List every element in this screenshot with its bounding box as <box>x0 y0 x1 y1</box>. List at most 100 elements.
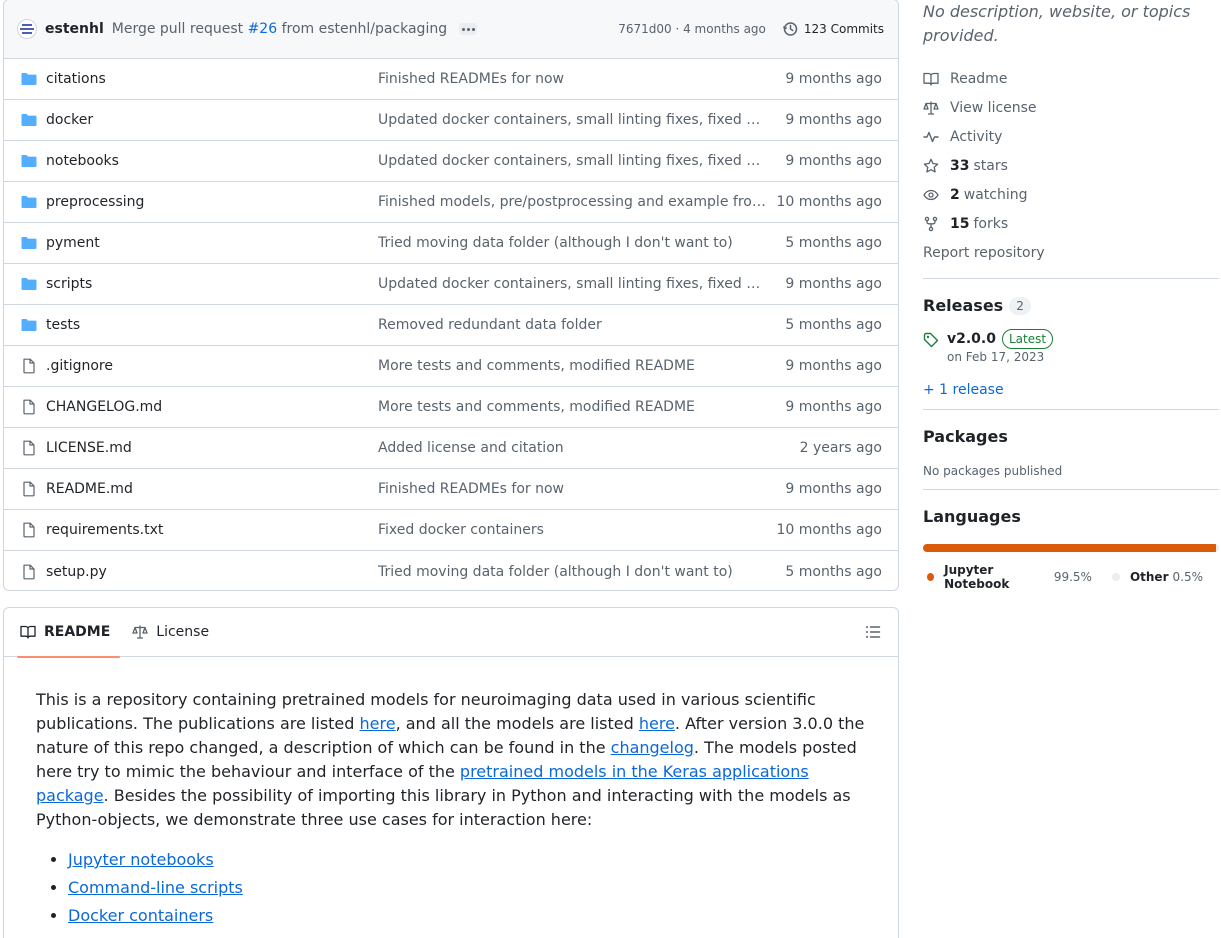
file-commit-message-link[interactable]: Tried moving data folder (although I don… <box>378 564 766 580</box>
file-icon <box>23 564 35 579</box>
file-row[interactable]: preprocessing Finished models, pre/postpr… <box>4 182 898 223</box>
folder-icon <box>21 278 37 290</box>
file-commit-message-link[interactable]: Finished models, pre/postprocessing and … <box>378 194 766 210</box>
file-commit-age: 9 months ago <box>785 71 882 87</box>
file-name-link[interactable]: pyment <box>46 235 378 251</box>
models-link[interactable]: here <box>639 714 675 733</box>
language-item[interactable]: Jupyter Notebook 99.5% <box>923 563 1092 591</box>
file-row[interactable]: pyment Tried moving data folder (although… <box>4 223 898 264</box>
file-name-link[interactable]: citations <box>46 71 378 87</box>
file-name-link[interactable]: LICENSE.md <box>46 440 378 456</box>
outline-button[interactable] <box>865 624 881 644</box>
file-row[interactable]: citations Finished READMEs for now 9 month… <box>4 59 898 100</box>
file-commit-message-link[interactable]: Finished READMEs for now <box>378 71 766 87</box>
star-icon <box>923 158 939 173</box>
author-avatar[interactable] <box>17 19 37 39</box>
file-commit-message-link[interactable]: Finished READMEs for now <box>378 481 766 497</box>
file-commit-message-link[interactable]: Removed redundant data folder <box>378 317 766 333</box>
file-row[interactable]: notebooks Updated docker containers, smal… <box>4 141 898 182</box>
file-commit-age: 2 years ago <box>799 440 882 456</box>
file-name-link[interactable]: docker <box>46 112 378 128</box>
tab-license[interactable]: License <box>132 608 217 657</box>
release-date: on Feb 17, 2023 <box>947 350 1045 364</box>
readme-link[interactable]: Readme <box>923 64 1219 93</box>
readme-panel: README License This is a repository cont… <box>3 607 899 938</box>
releases-title: Releases <box>923 296 1004 315</box>
language-list: Jupyter Notebook 99.5% Other 0.5% <box>923 563 1219 591</box>
language-item[interactable]: Other 0.5% <box>1108 563 1203 591</box>
commit-pr-link[interactable]: #26 <box>248 21 278 37</box>
readme-tabs: README License <box>4 608 898 658</box>
file-commit-age: 5 months ago <box>785 317 882 333</box>
jupyter-notebooks-link[interactable]: Jupyter notebooks <box>68 850 214 869</box>
sidebar-divider <box>923 409 1219 410</box>
packages-section: Packages No packages published <box>923 427 1219 478</box>
file-commit-age: 9 months ago <box>785 153 882 169</box>
file-commit-message-link[interactable]: Added license and citation <box>378 440 766 456</box>
folder-icon <box>21 112 37 128</box>
view-license-link[interactable]: View license <box>923 93 1219 122</box>
file-name-link[interactable]: tests <box>46 317 378 333</box>
file-commit-message-link[interactable]: More tests and comments, modified README <box>378 399 766 415</box>
release-name[interactable]: v2.0.0 <box>947 331 996 347</box>
changelog-link[interactable]: changelog <box>611 738 694 757</box>
file-name-link[interactable]: CHANGELOG.md <box>46 399 378 415</box>
tab-readme-label: README <box>44 624 111 640</box>
tab-readme[interactable]: README <box>16 608 121 658</box>
folder-icon <box>21 237 37 249</box>
file-icon <box>21 564 37 580</box>
book-icon <box>20 625 36 639</box>
file-name-link[interactable]: requirements.txt <box>46 522 378 538</box>
stars-link[interactable]: 33 stars <box>923 151 1219 180</box>
about-links: Readme View license Activity 33 stars 2 … <box>923 64 1219 267</box>
file-row[interactable]: README.md Finished READMEs for now 9 month… <box>4 469 898 510</box>
report-repository-link[interactable]: Report repository <box>923 238 1219 267</box>
file-name-link[interactable]: .gitignore <box>46 358 378 374</box>
commit-message[interactable]: Merge pull request #26 from estenhl/pack… <box>112 21 447 37</box>
file-row[interactable]: CHANGELOG.md More tests and comments, mod… <box>4 387 898 428</box>
latest-release[interactable]: v2.0.0 Latest on Feb 17, 2023 <box>923 329 1219 364</box>
file-commit-message-link[interactable]: Updated docker containers, small linting… <box>378 112 766 128</box>
file-icon <box>21 481 37 497</box>
file-name-link[interactable]: README.md <box>46 481 378 497</box>
file-row[interactable]: .gitignore More tests and comments, modif… <box>4 346 898 387</box>
more-releases-link[interactable]: + 1 release <box>923 382 1219 398</box>
file-row[interactable]: docker Updated docker containers, small l… <box>4 100 898 141</box>
expand-commit-button[interactable] <box>459 23 478 35</box>
file-name-link[interactable]: scripts <box>46 276 378 292</box>
command-line-scripts-link[interactable]: Command-line scripts <box>68 878 243 897</box>
activity-link[interactable]: Activity <box>923 122 1219 151</box>
publications-link[interactable]: here <box>360 714 396 733</box>
file-name-link[interactable]: notebooks <box>46 153 378 169</box>
docker-containers-link[interactable]: Docker containers <box>68 906 213 925</box>
watching-link[interactable]: 2 watching <box>923 180 1219 209</box>
file-row[interactable]: LICENSE.md Added license and citation 2 ye… <box>4 428 898 469</box>
latest-commit-bar: estenhl Merge pull request #26 from este… <box>4 0 898 59</box>
file-row[interactable]: tests Removed redundant data folder 5 mont… <box>4 305 898 346</box>
file-row[interactable]: setup.py Tried moving data folder (althou… <box>4 551 898 590</box>
file-icon <box>23 358 35 374</box>
commits-history-button[interactable]: 123 Commits <box>782 21 884 37</box>
commit-author[interactable]: estenhl <box>45 21 104 37</box>
file-commit-message-link[interactable]: Tried moving data folder (although I don… <box>378 235 766 251</box>
folder-icon <box>21 71 37 87</box>
file-commit-message-link[interactable]: Updated docker containers, small linting… <box>378 276 766 292</box>
file-commit-message-link[interactable]: Fixed docker containers <box>378 522 766 538</box>
commit-meta[interactable]: 7671d00 · 4 months ago <box>618 22 766 36</box>
pulse-icon <box>923 131 939 142</box>
language-bar-segment <box>923 544 1216 552</box>
forks-link[interactable]: 15 forks <box>923 209 1219 238</box>
file-name-link[interactable]: preprocessing <box>46 194 378 210</box>
packages-title[interactable]: Packages <box>923 427 1219 446</box>
file-name-link[interactable]: setup.py <box>46 564 378 580</box>
releases-heading[interactable]: Releases 2 <box>923 296 1219 315</box>
activity-label: Activity <box>950 128 1003 145</box>
language-percent: 0.5% <box>1172 570 1204 584</box>
file-row[interactable]: scripts Updated docker containers, small … <box>4 264 898 305</box>
file-commit-message-link[interactable]: More tests and comments, modified README <box>378 358 766 374</box>
file-commit-message-link[interactable]: Updated docker containers, small linting… <box>378 153 766 169</box>
releases-count: 2 <box>1009 296 1031 315</box>
file-icon <box>21 399 37 415</box>
file-row[interactable]: requirements.txt Fixed docker containers 1… <box>4 510 898 551</box>
language-percent: 99.5% <box>1053 570 1092 584</box>
